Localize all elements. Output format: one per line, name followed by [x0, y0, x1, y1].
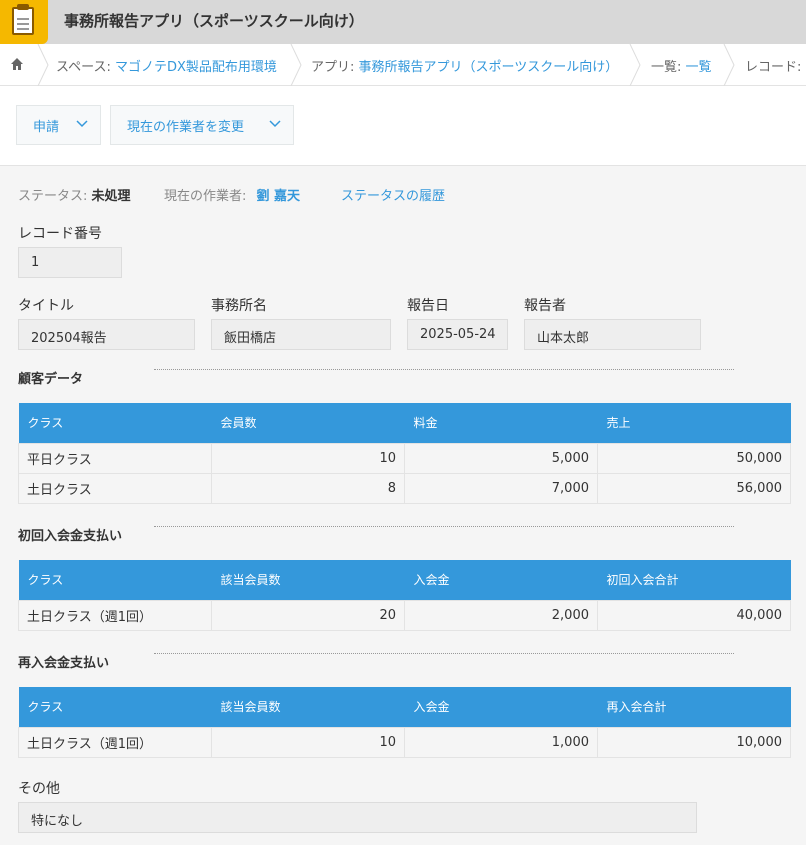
other-label: その他 [18, 781, 60, 797]
title-label: タイトル [18, 298, 74, 314]
chevron-right-icon [629, 44, 641, 86]
report-date-value: 2025-05-24 [407, 319, 508, 350]
customer-table: クラス 会員数 料金 売上 平日クラス 10 5,000 50,000 土日クラ… [18, 403, 791, 504]
breadcrumb-list[interactable]: 一覧: 一覧 [651, 56, 712, 75]
table-row: 土日クラス 8 7,000 56,000 [18, 472, 791, 504]
re-fee-table: クラス 該当会員数 入会金 再入会合計 土日クラス（週1回） 10 1,000 … [18, 687, 791, 758]
clipboard-icon[interactable] [0, 0, 48, 44]
breadcrumb: スペース: マゴノテDX製品配布用環境 アプリ: 事務所報告アプリ（スポーツスク… [0, 44, 806, 86]
breadcrumb-space[interactable]: スペース: マゴノテDX製品配布用環境 [56, 56, 277, 75]
first-fee-section-title: 初回入会金支払い [18, 529, 123, 544]
other-value: 特になし [18, 802, 697, 833]
chevron-down-icon [269, 120, 281, 128]
section-divider [154, 653, 734, 654]
breadcrumb-record: レコード: [745, 60, 802, 75]
current-worker: 現在の作業者: 劉 嘉天 [164, 189, 301, 204]
record-number-label: レコード番号 [18, 226, 102, 242]
record-number-value: 1 [18, 247, 122, 278]
chevron-down-icon [76, 120, 88, 128]
table-row: 土日クラス（週1回） 10 1,000 10,000 [18, 726, 791, 758]
table-row: 平日クラス 10 5,000 50,000 [18, 442, 791, 474]
worker-link[interactable]: 劉 嘉天 [257, 189, 301, 204]
home-icon[interactable] [10, 57, 24, 71]
table-header-row: クラス 該当会員数 入会金 初回入会合計 [18, 560, 791, 600]
first-fee-table: クラス 該当会員数 入会金 初回入会合計 土日クラス（週1回） 20 2,000… [18, 560, 791, 631]
breadcrumb-home[interactable] [0, 44, 36, 86]
apply-button[interactable]: 申請 [16, 105, 101, 145]
customer-section-title: 顧客データ [18, 372, 84, 387]
reporter-value: 山本太郎 [524, 319, 701, 350]
chevron-right-icon [290, 44, 302, 86]
table-header-row: クラス 該当会員数 入会金 再入会合計 [18, 687, 791, 727]
table-row: 土日クラス（週1回） 20 2,000 40,000 [18, 599, 791, 631]
re-fee-section-title: 再入会金支払い [18, 656, 110, 671]
title-value: 202504報告 [18, 319, 195, 350]
section-divider [154, 369, 734, 370]
table-header-row: クラス 会員数 料金 売上 [18, 403, 791, 443]
reporter-label: 報告者 [524, 298, 566, 314]
toolbar: 申請 現在の作業者を変更 [0, 86, 806, 166]
change-worker-button[interactable]: 現在の作業者を変更 [110, 105, 294, 145]
app-title: 事務所報告アプリ（スポーツスクール向け） [64, 12, 364, 30]
office-value: 飯田橋店 [211, 319, 391, 350]
section-divider [154, 526, 734, 527]
office-label: 事務所名 [211, 298, 267, 314]
chevron-right-icon [37, 44, 49, 86]
app-header: 事務所報告アプリ（スポーツスクール向け） [0, 0, 806, 44]
chevron-right-icon [723, 44, 735, 86]
status: ステータス: 未処理 [18, 189, 131, 204]
status-history-link[interactable]: ステータスの履歴 [341, 185, 445, 204]
report-date-label: 報告日 [407, 298, 449, 314]
breadcrumb-app[interactable]: アプリ: 事務所報告アプリ（スポーツスクール向け） [311, 56, 618, 75]
